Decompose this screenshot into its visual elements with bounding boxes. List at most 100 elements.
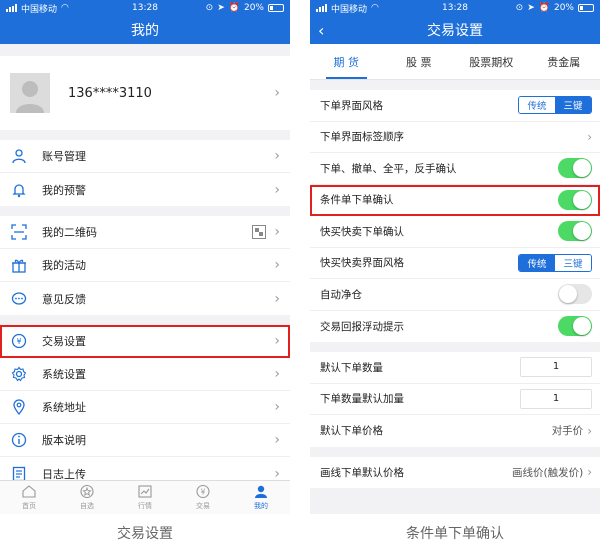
qty-step-input[interactable]: 1: [520, 388, 592, 409]
tab-label: 交易: [196, 501, 210, 510]
row-label: 交易回报浮动提示: [320, 320, 404, 333]
row-default-price[interactable]: 默认下单价格 对手价 ›: [310, 415, 600, 447]
settings-group-defaults: 默认下单数量 1 下单数量默认加量 1 默认下单价格 对手价 ›: [310, 352, 600, 447]
page-title: 交易设置: [427, 23, 483, 39]
settings-group-order: 下单界面风格 传统 三键 下单界面标签顺序 › 下单、撤单、全平，反手确认 条件…: [310, 90, 600, 342]
wifi-icon: ◠: [371, 3, 379, 13]
menu-item-trade-settings[interactable]: ¥ 交易设置 ›: [0, 325, 290, 358]
chevron-right-icon: ›: [587, 129, 592, 144]
chevron-right-icon: ›: [274, 399, 280, 415]
chevron-right-icon: ›: [274, 85, 280, 101]
settings-group-line-order: 画线下单默认价格 画线价(触发价) ›: [310, 456, 600, 489]
row-order-style: 下单界面风格 传统 三键: [310, 90, 600, 122]
gear-icon: [10, 365, 28, 383]
phone-trade-settings: 中国移动 ◠ 13:28 ⊙ ➤ ⏰ 20% ‹ 交易设置 期 货 股 票 股票…: [310, 0, 600, 514]
menu-label: 我的预警: [42, 183, 86, 197]
star-icon: [79, 485, 95, 499]
menu-item-qrcode[interactable]: 我的二维码 ›: [0, 216, 290, 249]
tab-stock-options[interactable]: 股票期权: [455, 44, 528, 79]
info-icon: [10, 431, 28, 449]
quick-order-confirm-toggle[interactable]: [558, 221, 592, 242]
tab-my[interactable]: 我的: [232, 481, 290, 514]
option-three-key[interactable]: 三键: [555, 254, 591, 271]
row-label: 下单界面风格: [320, 99, 383, 112]
yen-icon: ¥: [10, 332, 28, 350]
menu-item-account[interactable]: 账号管理 ›: [0, 140, 290, 173]
tab-trade[interactable]: ¥ 交易: [174, 481, 232, 514]
row-tab-order[interactable]: 下单界面标签顺序 ›: [310, 122, 600, 153]
market-tabs: 期 货 股 票 股票期权 贵金属: [310, 44, 600, 80]
chevron-right-icon: ›: [274, 290, 280, 307]
avatar-placeholder-icon: [16, 81, 44, 113]
order-style-segmented: 传统 三键: [518, 96, 592, 115]
menu-group-settings: ¥ 交易设置 › 系统设置 › 系统地址 › 版本说明 › 日志上传 ›: [0, 325, 290, 490]
svg-text:¥: ¥: [16, 337, 21, 346]
row-label: 快买快卖界面风格: [320, 257, 404, 270]
row-qty-step: 下单数量默认加量 1: [310, 384, 600, 415]
menu-label: 意见反馈: [42, 292, 86, 306]
phone-my-page: 中国移动 ◠ 13:28 ⊙ ➤ ⏰ 20% 我的 136****3110 › …: [0, 0, 290, 514]
signal-icon: [6, 4, 17, 12]
chevron-right-icon: ›: [274, 224, 280, 240]
row-line-order-price[interactable]: 画线下单默认价格 画线价(触发价) ›: [310, 457, 600, 489]
tab-label: 首页: [22, 501, 36, 510]
option-three-key[interactable]: 三键: [555, 97, 591, 114]
menu-label: 我的二维码: [42, 226, 97, 239]
qr-code-icon: [252, 225, 267, 239]
tab-watchlist[interactable]: 自选: [58, 481, 116, 514]
menu-item-feedback[interactable]: 意见反馈 ›: [0, 282, 290, 315]
float-tip-toggle[interactable]: [558, 316, 592, 337]
back-icon[interactable]: ‹: [318, 21, 324, 40]
chevron-right-icon: ›: [274, 148, 280, 164]
lock-icon: ⊙: [515, 3, 524, 13]
avatar: [10, 73, 50, 113]
menu-item-activities[interactable]: 我的活动 ›: [0, 249, 290, 282]
option-traditional[interactable]: 传统: [519, 97, 555, 114]
row-auto-close: 自动净仓: [310, 279, 600, 311]
row-float-tip: 交易回报浮动提示: [310, 311, 600, 343]
menu-item-system-settings[interactable]: 系统设置 ›: [0, 358, 290, 391]
signal-icon: [316, 4, 327, 12]
battery-icon: [578, 4, 594, 12]
lock-icon: ⊙: [205, 3, 214, 13]
menu-item-system-address[interactable]: 系统地址 ›: [0, 391, 290, 424]
menu-label: 版本说明: [42, 434, 86, 447]
row-quick-order-style: 快买快卖界面风格 传统 三键: [310, 248, 600, 279]
caption-left: 交易设置: [117, 526, 173, 542]
conditional-order-confirm-toggle[interactable]: [558, 189, 592, 210]
profile-row[interactable]: 136****3110 ›: [0, 56, 290, 130]
tab-market[interactable]: 行情: [116, 481, 174, 514]
tab-home[interactable]: 首页: [0, 481, 58, 514]
tab-stocks[interactable]: 股 票: [383, 44, 456, 79]
row-order-confirm: 下单、撤单、全平，反手确认: [310, 153, 600, 185]
auto-close-toggle[interactable]: [558, 284, 592, 305]
row-label: 下单数量默认加量: [320, 393, 404, 406]
chevron-right-icon: ›: [274, 181, 280, 198]
pin-icon: [10, 398, 28, 416]
alarm-icon: ⏰: [228, 3, 240, 13]
chevron-right-icon: ›: [587, 423, 592, 438]
order-confirm-toggle[interactable]: [558, 158, 592, 179]
tab-futures[interactable]: 期 货: [310, 44, 383, 79]
phone-number: 136****3110: [68, 85, 152, 101]
tab-label: 我的: [254, 501, 268, 510]
row-label: 画线下单默认价格: [320, 466, 404, 479]
row-default-qty: 默认下单数量 1: [310, 352, 600, 384]
menu-group-personal: 我的二维码 › 我的活动 › 意见反馈 ›: [0, 216, 290, 315]
tab-label: 自选: [80, 501, 94, 510]
menu-group-account: 账号管理 › 我的预警 ›: [0, 140, 290, 206]
nav-bar: 我的: [0, 16, 290, 44]
option-traditional[interactable]: 传统: [519, 254, 555, 271]
default-qty-input[interactable]: 1: [520, 357, 592, 378]
row-quick-order-confirm: 快买快卖下单确认: [310, 216, 600, 248]
nav-bar: ‹ 交易设置: [310, 16, 600, 44]
status-bar: 中国移动 ◠ 13:28 ⊙ ➤ ⏰ 20%: [0, 0, 290, 16]
menu-item-alerts[interactable]: 我的预警 ›: [0, 173, 290, 206]
menu-label: 账号管理: [42, 150, 86, 163]
carrier-label: 中国移动: [331, 4, 368, 15]
person-icon: [253, 485, 269, 499]
chevron-right-icon: ›: [274, 366, 280, 382]
chevron-right-icon: ›: [587, 465, 592, 480]
tab-precious-metals[interactable]: 贵金属: [528, 44, 600, 79]
menu-item-version[interactable]: 版本说明 ›: [0, 424, 290, 457]
